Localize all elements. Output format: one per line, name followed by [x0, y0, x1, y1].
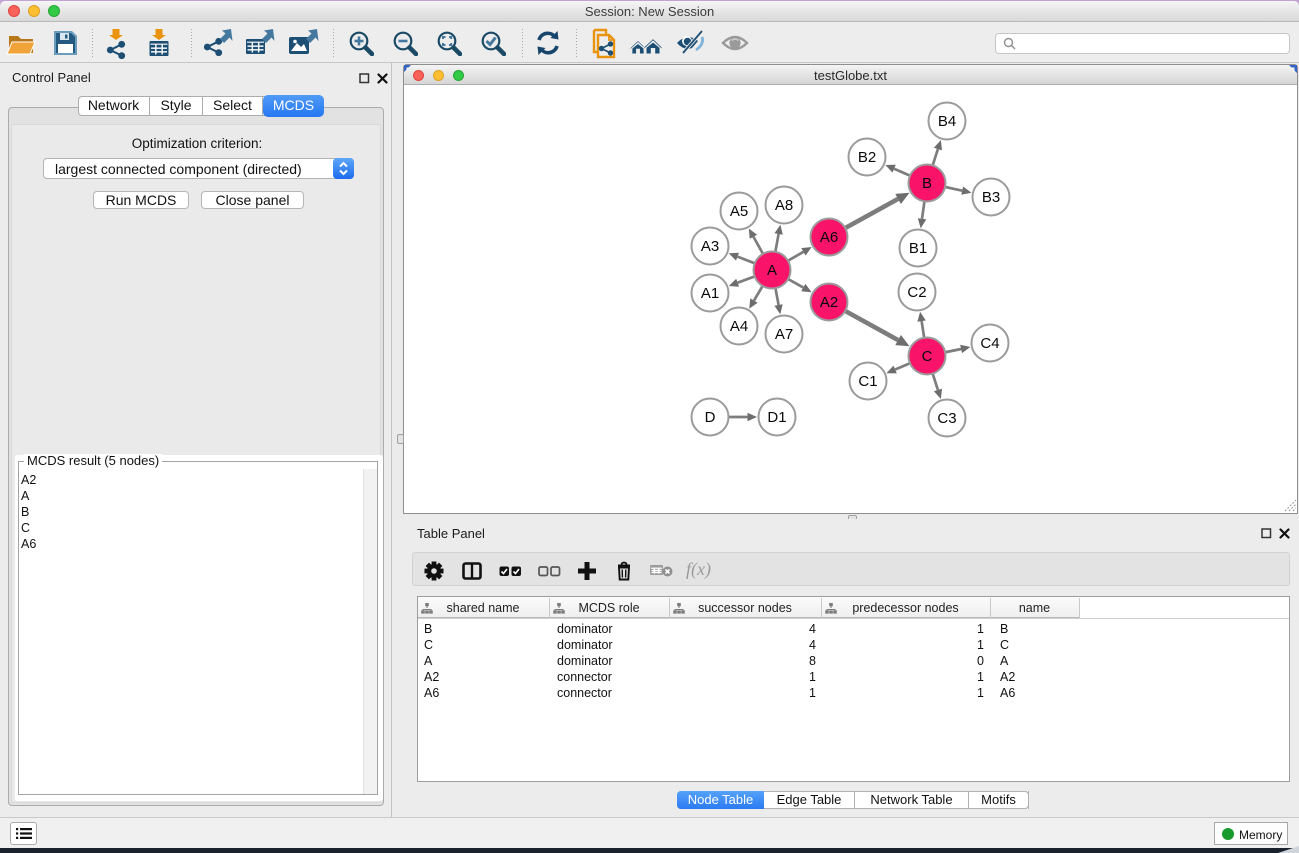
svg-text:D1: D1 [767, 409, 786, 426]
svg-text:A6: A6 [820, 229, 838, 246]
svg-text:B4: B4 [938, 113, 956, 130]
svg-text:A4: A4 [730, 318, 748, 335]
svg-text:A3: A3 [701, 238, 719, 255]
svg-text:C3: C3 [937, 410, 956, 427]
svg-text:C2: C2 [907, 284, 926, 301]
svg-text:B3: B3 [982, 189, 1000, 206]
svg-text:C: C [922, 348, 933, 365]
svg-text:A8: A8 [775, 197, 793, 214]
svg-text:B2: B2 [858, 149, 876, 166]
svg-text:A7: A7 [775, 326, 793, 343]
svg-text:D: D [705, 409, 716, 426]
svg-text:C1: C1 [858, 373, 877, 390]
svg-text:B1: B1 [909, 240, 927, 257]
svg-text:A: A [767, 262, 777, 279]
svg-text:A5: A5 [730, 203, 748, 220]
svg-text:B: B [922, 175, 932, 192]
svg-text:A2: A2 [820, 294, 838, 311]
svg-text:A1: A1 [701, 285, 719, 302]
svg-text:C4: C4 [980, 335, 999, 352]
